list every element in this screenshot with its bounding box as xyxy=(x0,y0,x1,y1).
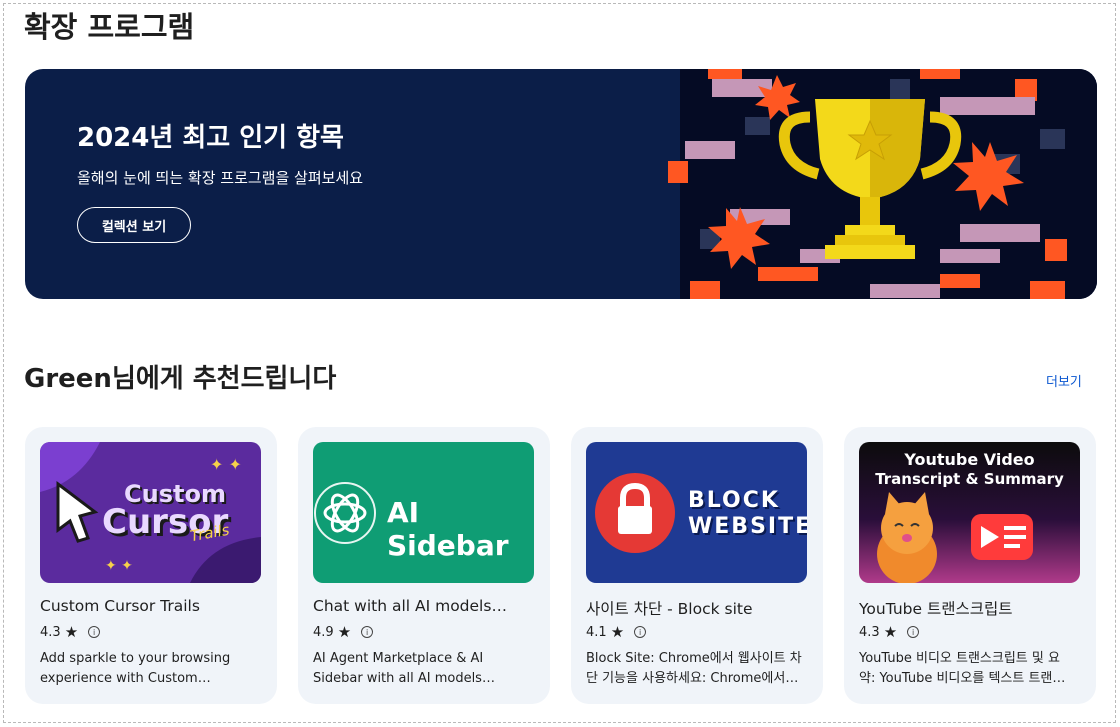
extension-description: YouTube 비디오 트랜스크립트 및 요약: YouTube 비디오를 텍스… xyxy=(859,651,1066,686)
extension-name: YouTube 트랜스크립트 xyxy=(859,600,1013,618)
extension-description: Add sparkle to your browsing experience … xyxy=(40,651,231,686)
star-icon: ★ xyxy=(64,623,79,641)
rating-row: 4.1 ★ i xyxy=(586,623,647,641)
extension-card[interactable]: BLOCK WEBSITES 사이트 차단 - Block site 4.1 ★… xyxy=(571,427,823,704)
rating-value: 4.9 xyxy=(313,624,334,640)
extension-thumbnail: ✦ ✦ ✦ ✦ Custom Cursor Trails xyxy=(40,442,261,583)
page-title: 확장 프로그램 xyxy=(24,10,195,44)
cat-illustration xyxy=(877,492,937,583)
svg-text:✦ ✦: ✦ ✦ xyxy=(210,455,242,474)
see-more-link[interactable]: 더보기 xyxy=(1046,371,1082,390)
info-icon[interactable]: i xyxy=(88,626,101,638)
banner-subtitle: 올해의 눈에 띄는 확장 프로그램을 살펴보세요 xyxy=(77,169,364,187)
extension-card[interactable]: AI Sidebar Chat with all AI models… 4.9 … xyxy=(298,427,550,704)
thumb-text: AI Sidebar xyxy=(387,496,509,562)
rating-row: 4.3 ★ i xyxy=(859,623,920,641)
trophy-illustration xyxy=(640,69,1097,299)
star-icon: ★ xyxy=(337,623,352,641)
extension-thumbnail: AI Sidebar xyxy=(313,442,534,583)
extension-description: Block Site: Chrome에서 웹사이트 차단 기능을 사용하세요: … xyxy=(586,651,802,686)
star-icon: ★ xyxy=(610,623,625,641)
star-icon: ★ xyxy=(883,623,898,641)
thumb-text-line2: WEBSITES xyxy=(688,514,807,539)
rating-value: 4.3 xyxy=(40,624,61,640)
info-icon[interactable]: i xyxy=(907,626,920,638)
info-icon[interactable]: i xyxy=(634,626,647,638)
view-collection-button[interactable]: 컬렉션 보기 xyxy=(77,207,191,243)
rating-value: 4.3 xyxy=(859,624,880,640)
rating-value: 4.1 xyxy=(586,624,607,640)
rating-row: 4.9 ★ i xyxy=(313,623,374,641)
extension-card[interactable]: ✦ ✦ ✦ ✦ Custom Cursor Trails Custom Curs… xyxy=(25,427,277,704)
promo-banner[interactable]: 2024년 최고 인기 항목 올해의 눈에 띄는 확장 프로그램을 살펴보세요 … xyxy=(25,69,1097,299)
extension-thumbnail: BLOCK WEBSITES xyxy=(586,442,807,583)
banner-title: 2024년 최고 인기 항목 xyxy=(77,123,344,153)
thumb-text-line1: BLOCK xyxy=(688,488,780,513)
play-icon xyxy=(971,514,1033,560)
extension-description: AI Agent Marketplace & AI Sidebar with a… xyxy=(313,651,484,686)
extension-thumbnail: Youtube Video Transcript & Summary xyxy=(859,442,1080,583)
rating-row: 4.3 ★ i xyxy=(40,623,101,641)
section-title: Green님에게 추천드립니다 xyxy=(24,364,337,394)
extension-card[interactable]: Youtube Video Transcript & Summary YouTu… xyxy=(844,427,1096,704)
extension-name: Chat with all AI models… xyxy=(313,597,507,615)
openai-logo-icon xyxy=(323,493,367,533)
info-icon[interactable]: i xyxy=(361,626,374,638)
svg-text:✦ ✦: ✦ ✦ xyxy=(105,558,133,574)
extension-name: Custom Cursor Trails xyxy=(40,597,200,615)
extension-name: 사이트 차단 - Block site xyxy=(586,600,753,618)
